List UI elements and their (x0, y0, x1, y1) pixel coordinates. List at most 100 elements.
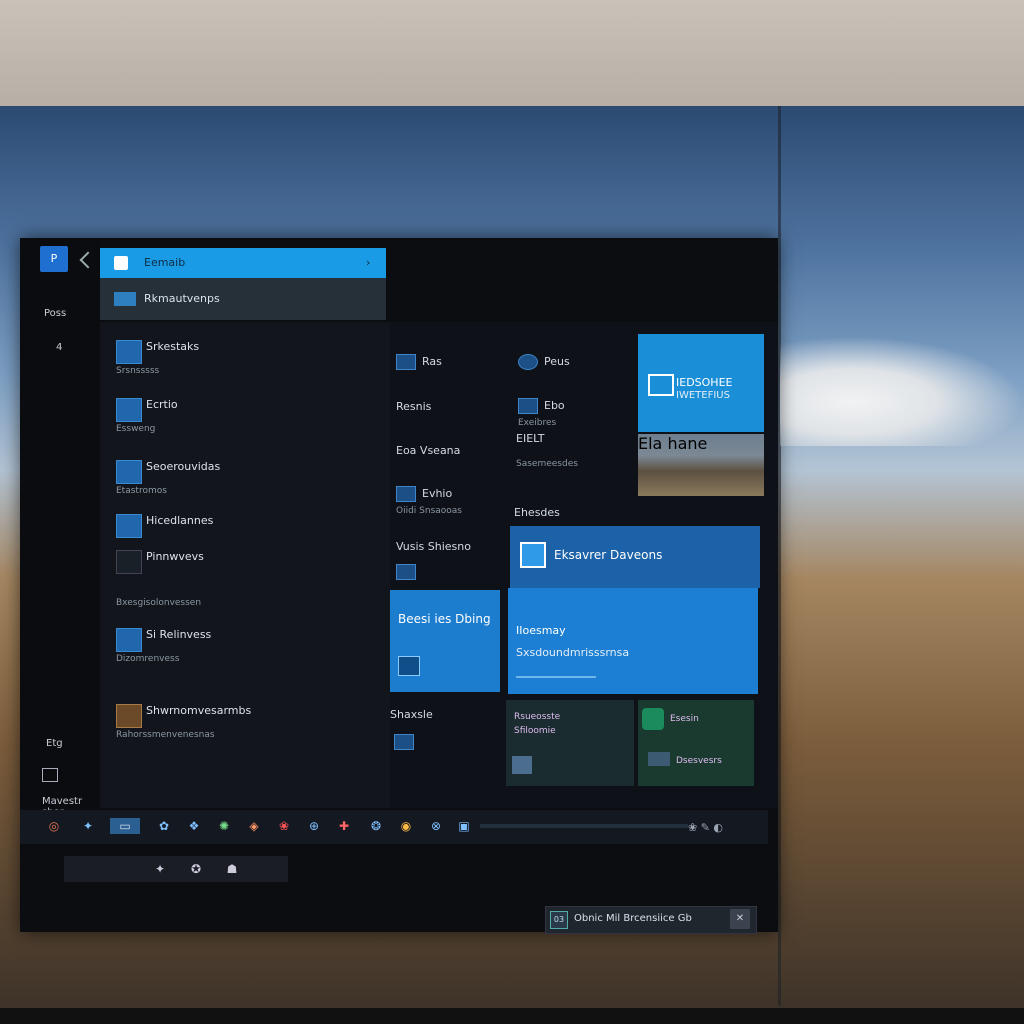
app-icon[interactable]: ✺ (216, 818, 232, 834)
rail-sub-label[interactable]: 4 (56, 342, 62, 353)
app-icon (116, 514, 142, 538)
system-tray[interactable]: ❀ ✎ ◐ (688, 821, 723, 834)
back-arrow-icon[interactable] (79, 251, 97, 269)
app-icon[interactable]: ☗ (224, 861, 240, 877)
app-icon[interactable]: ⊗ (428, 818, 444, 834)
search-header[interactable]: Eemaib › (100, 248, 386, 278)
app-icon (398, 656, 420, 676)
pinned-item[interactable] (394, 734, 420, 750)
pinned-item-label: Ebo (544, 399, 565, 412)
list-item-sub: Etastromos (116, 486, 167, 496)
app-icon (116, 460, 142, 484)
photo-caption: Ela hane (638, 434, 708, 453)
monitor-bezel (778, 106, 781, 1006)
pinned-item-label: Shaxsle (390, 708, 433, 721)
tile-title: Eksavrer Daveons (554, 548, 663, 562)
notification-text: Obnic Mil Brcensiice Gb (574, 913, 692, 924)
app-icon[interactable]: ❀ (276, 818, 292, 834)
pinned-item[interactable]: Eoa Vseana (396, 444, 460, 457)
pinned-item[interactable]: Resnis (396, 400, 431, 413)
pinned-item[interactable]: Ebo Exeibres (518, 398, 565, 428)
list-item-title: Ecrtio (146, 398, 178, 411)
tile-subtitle: Dsesvesrs (676, 756, 722, 766)
app-icon[interactable]: ❂ (368, 818, 384, 834)
tile-subtitle: Sfiloomie (514, 726, 556, 736)
photo-tile[interactable]: Ela hane (638, 434, 764, 496)
tile-large[interactable]: IEDSOHEE IWETEFIUS (638, 334, 764, 432)
app-icon (116, 628, 142, 652)
app-icon[interactable]: ✦ (152, 861, 168, 877)
tile-title: Esesin (670, 714, 699, 724)
app-icon (116, 704, 142, 728)
pinned-item[interactable] (396, 564, 422, 580)
app-icon[interactable]: ▣ (456, 818, 472, 834)
pinned-item[interactable]: Ehesdes (514, 506, 560, 519)
app-icon[interactable]: ✿ (156, 818, 172, 834)
list-item-title: Srkestaks (146, 340, 200, 353)
rail-bottom-label[interactable]: Etg (46, 738, 63, 749)
progress-line (516, 676, 596, 678)
photo-app-icon (520, 542, 546, 568)
app-icon[interactable]: ❖ (186, 818, 202, 834)
app-icon[interactable]: ✚ (336, 818, 352, 834)
list-item[interactable]: Seoerouvidas Etastromos (116, 458, 376, 502)
app-icon (116, 550, 142, 574)
rail-top-label[interactable]: Poss (44, 308, 66, 319)
tile-medium[interactable]: Beesi ies Dbing (390, 590, 500, 692)
list-item-sub: Rahorssmenvenesnas (116, 730, 215, 740)
tile-title: Rsueosste (514, 712, 561, 722)
pinned-item[interactable]: Evhio Oiidi Snsaooas (396, 486, 462, 516)
taskbar: ◎ ✦ ▭ ✿ ❖ ✺ ◈ ❀ ⊕ ✚ ❂ ◉ ⊗ ▣ ❀ ✎ ◐ (20, 810, 768, 844)
list-item-title: Shwrnomvesarmbs (146, 704, 252, 717)
spark-icon[interactable]: ✦ (80, 818, 96, 834)
browser-icon[interactable]: ◎ (46, 818, 62, 834)
app-icon[interactable]: ◉ (398, 818, 414, 834)
chevron-right-icon[interactable]: › (366, 256, 370, 269)
pinned-item-sub: Sasemeesdes (516, 459, 578, 469)
window-icon[interactable]: ▭ (110, 818, 140, 834)
list-item[interactable]: Shwrnomvesarmbs Rahorssmenvenesnas (116, 702, 376, 746)
pinned-header[interactable]: Rkmautvenps (100, 278, 386, 320)
pinned-header-label: Rkmautvenps (144, 292, 220, 305)
list-item[interactable]: Pinnwvevs Bxesgisolonvessen (116, 548, 376, 608)
pinned-item-label: EIELT (516, 432, 545, 445)
app-icon (116, 398, 142, 422)
tile-large-blue[interactable]: IIoesmay Sxsdoundmrisssrnsa (508, 588, 758, 694)
notification-toast[interactable]: 03 Obnic Mil Brcensiice Gb ✕ (545, 906, 757, 934)
list-item[interactable]: Si Relinvess Dizomrenvess (116, 626, 376, 670)
app-icon (396, 564, 416, 580)
tile-subtitle: Sxsdoundmrisssrnsa (516, 646, 630, 659)
app-logo-icon[interactable]: P (40, 246, 68, 272)
list-item-sub: Srsnsssss (116, 366, 160, 376)
secondary-taskbar: ✦ ✪ ☗ (64, 856, 288, 882)
list-item-title: Seoerouvidas (146, 460, 221, 473)
tile-dark[interactable]: Rsueosste Sfiloomie (506, 700, 634, 786)
edge-icon (518, 354, 538, 370)
app-icon[interactable]: ◈ (246, 818, 262, 834)
close-icon[interactable]: ✕ (730, 909, 750, 929)
list-item-sub: Bxesgisolonvessen (116, 598, 202, 608)
tile-wide[interactable]: Eksavrer Daveons (510, 526, 760, 588)
pinned-item-sub: Oiidi Snsaooas (396, 506, 462, 516)
app-icon (512, 756, 532, 774)
pinned-item[interactable]: Shaxsle (390, 708, 433, 721)
pinned-item[interactable]: Peus (518, 354, 570, 370)
header-title: Eemaib (144, 256, 186, 269)
tile-green[interactable]: Esesin Dsesvesrs (638, 700, 754, 786)
pinned-item[interactable]: Vusis Shiesno (396, 540, 471, 553)
app-icon[interactable]: ⊕ (306, 818, 322, 834)
pinned-item[interactable]: Ras (396, 354, 442, 370)
pinned-item[interactable]: EIELT Sasemeesdes (516, 432, 578, 469)
list-item-title: Si Relinvess (146, 628, 212, 641)
app-icon[interactable]: ✪ (188, 861, 204, 877)
pinned-item-label: Eoa Vseana (396, 444, 461, 457)
folder-icon (114, 292, 136, 306)
list-item[interactable]: Srkestaks Srsnsssss (116, 338, 376, 382)
app-icon (648, 752, 670, 766)
pinned-item-sub: Exeibres (518, 418, 557, 428)
rail-frame-icon[interactable] (42, 768, 58, 782)
list-item[interactable]: Ecrtio Essweng (116, 396, 376, 440)
tile-title: IIoesmay (516, 624, 566, 637)
cloud-decoration (780, 336, 1024, 446)
pinned-item-label: Resnis (396, 400, 432, 413)
